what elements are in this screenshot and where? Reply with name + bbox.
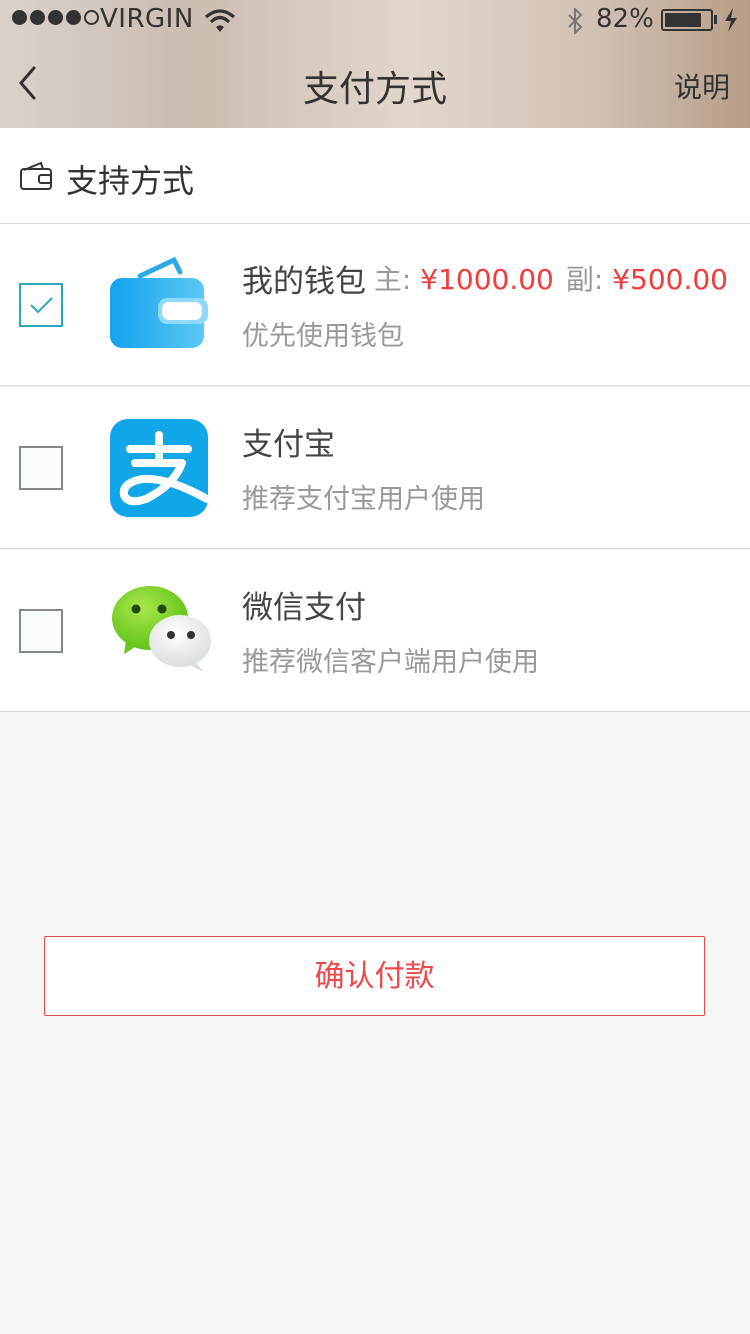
wifi-icon [203, 8, 237, 41]
signal-strength-icon [12, 10, 99, 25]
status-bar: VIRGIN 82% [0, 0, 750, 40]
method-name: 我的钱包 [242, 264, 366, 300]
method-name: 支付宝 [242, 427, 335, 463]
signal-dot [30, 10, 45, 25]
payment-method-wallet[interactable]: 我的钱包 优先使用钱包 主: ¥1000.00 副: ¥500.00 [0, 224, 750, 386]
payment-method-alipay[interactable]: 支付宝 推荐支付宝用户使用 [0, 387, 750, 549]
signal-dot [48, 10, 63, 25]
wechat-logo-icon [108, 582, 211, 682]
signal-dot-empty [84, 10, 99, 25]
signal-dot [66, 10, 81, 25]
sub-balance-label: 副: [565, 263, 604, 296]
help-button[interactable]: 说明 [674, 66, 730, 106]
main-balance-label: 主: [373, 263, 412, 296]
method-description: 推荐微信客户端用户使用 [242, 647, 539, 678]
header: VIRGIN 82% 支付方式 说明 [0, 0, 750, 128]
wallet-balance: 主: ¥1000.00 副: ¥500.00 [374, 258, 728, 298]
page-title: 支付方式 [302, 69, 447, 110]
section-header: 支持方式 [0, 128, 750, 224]
checkmark-icon [30, 297, 53, 314]
battery-percent: 82% [596, 4, 654, 34]
wallet-checkbox[interactable] [19, 283, 63, 327]
signal-dot [12, 10, 27, 25]
battery-icon [661, 9, 713, 31]
battery-tip [714, 15, 717, 24]
sub-balance-amount: ¥500.00 [612, 263, 728, 296]
payment-method-wechat[interactable]: 微信支付 推荐微信客户端用户使用 [0, 550, 750, 712]
charging-bolt-icon [723, 8, 739, 39]
bluetooth-icon [566, 6, 584, 41]
alipay-checkbox[interactable] [19, 446, 63, 490]
method-description: 优先使用钱包 [242, 321, 404, 352]
alipay-logo-icon [108, 419, 211, 519]
battery-fill [665, 13, 702, 27]
main-balance-amount: ¥1000.00 [420, 263, 554, 296]
method-description: 推荐支付宝用户使用 [242, 484, 485, 515]
carrier-name: VIRGIN [100, 4, 194, 34]
method-name: 微信支付 [242, 590, 366, 626]
wallet-outline-icon [19, 158, 53, 196]
wechat-checkbox[interactable] [19, 609, 63, 653]
payment-methods-list: 我的钱包 优先使用钱包 主: ¥1000.00 副: ¥500.00 支付宝 推荐… [0, 224, 750, 712]
section-title: 支持方式 [66, 162, 195, 200]
wallet-logo-icon [108, 256, 210, 356]
confirm-payment-button[interactable]: 确认付款 [44, 936, 705, 1016]
